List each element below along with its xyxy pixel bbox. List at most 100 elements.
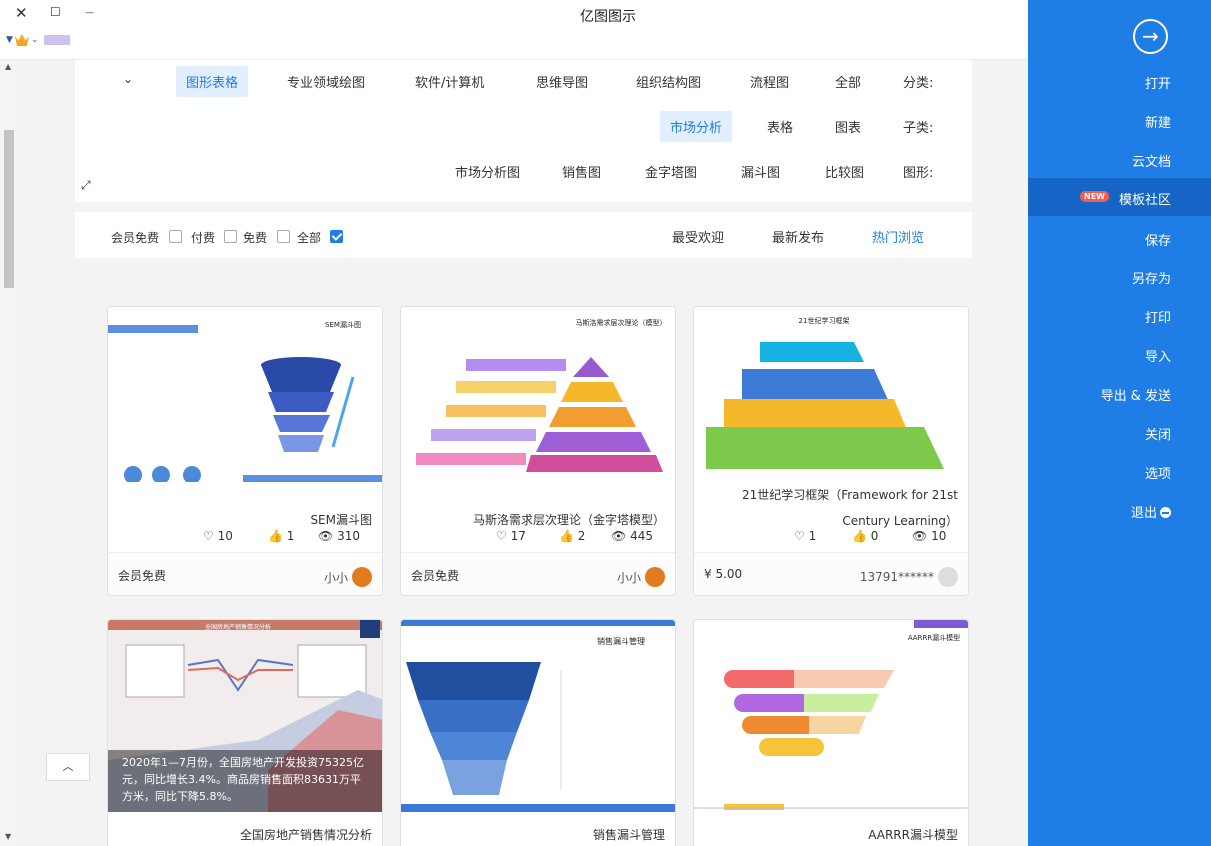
- card-footer: 会员免费 小小: [108, 552, 382, 595]
- menu-save[interactable]: 保存: [1145, 230, 1171, 249]
- card-stats: 👁 10 👍 0 ♡ 1: [694, 529, 968, 547]
- avatar: [352, 567, 372, 587]
- menu-exit[interactable]: 退出: [1131, 502, 1171, 521]
- shape-tag-sales[interactable]: 销售图: [562, 162, 601, 181]
- back-to-top-button[interactable]: ︿: [46, 753, 90, 781]
- template-card[interactable]: 21世纪学习框架 21世纪学习框架（Framework for 21st Cen…: [693, 306, 969, 596]
- thumb-title: 销售漏斗管理: [597, 636, 645, 646]
- template-card[interactable]: AARRR漏斗模型 AARRR漏斗模型: [693, 619, 969, 846]
- close-button[interactable]: ✕: [15, 4, 28, 22]
- card-title[interactable]: 全国房地产销售情况分析: [118, 822, 372, 846]
- chevron-down-icon[interactable]: ⌄: [123, 72, 133, 86]
- category-tag-flowchart[interactable]: 流程图: [750, 72, 789, 91]
- card-stats: 👁 310 👍 1 ♡ 10: [108, 529, 382, 547]
- category-row: ⌄ 图形表格 专业领域绘图 软件/计算机 思维导图 组织结构图 流程图 全部 分…: [75, 66, 972, 98]
- filter-panel: ⌄ 图形表格 专业领域绘图 软件/计算机 思维导图 组织结构图 流程图 全部 分…: [75, 60, 972, 202]
- template-card[interactable]: 销售漏斗管理 销售漏斗管理: [400, 619, 676, 846]
- card-footer: 会员免费 小小: [401, 552, 675, 595]
- shape-tag-funnel[interactable]: 漏斗图: [741, 162, 780, 181]
- thumb-sem-funnel: SEM漏斗图: [108, 320, 382, 482]
- shape-tag-pyramid[interactable]: 金字塔图: [645, 162, 697, 181]
- shape-tag-compare[interactable]: 比较图: [825, 162, 864, 181]
- template-thumbnail[interactable]: SEM漏斗图: [108, 307, 382, 482]
- template-card[interactable]: 马斯洛需求层次理论（模型） 马斯洛需求层次理论（金字塔模型） 👁 445 👍 2…: [400, 306, 676, 596]
- category-tag-graphic-table[interactable]: 图形表格: [176, 66, 249, 97]
- author[interactable]: 小小: [617, 567, 665, 587]
- template-thumbnail[interactable]: 马斯洛需求层次理论（模型）: [401, 307, 675, 482]
- category-tag-domain[interactable]: 专业领域绘图: [287, 72, 365, 91]
- favorite-count[interactable]: ♡ 10: [203, 529, 233, 543]
- menu-open[interactable]: 打开: [1145, 73, 1171, 92]
- category-tag-mindmap[interactable]: 思维导图: [536, 72, 588, 91]
- scroll-up-icon[interactable]: ▲: [5, 62, 11, 71]
- template-card[interactable]: SEM漏斗图 SEM漏斗图 👁 310 👍 1 ♡ 10 会员免费 小小: [107, 306, 383, 596]
- category-label: 分类:: [903, 76, 934, 91]
- backstage-sidebar: → 打开 新建 云文档 NEW 模板社区 保存 另存为 打印 导入 导出 & 发…: [1028, 0, 1211, 846]
- sort-latest[interactable]: 最新发布: [772, 227, 824, 246]
- app-title: 亿图图示: [580, 9, 636, 25]
- minimize-button[interactable]: —: [85, 8, 94, 18]
- scroll-thumb[interactable]: [4, 130, 14, 288]
- user-menu[interactable]: ▼ ⌄: [6, 34, 71, 46]
- checkbox-paid[interactable]: [224, 230, 237, 243]
- card-title[interactable]: AARRR漏斗模型: [704, 822, 958, 846]
- shape-row: 市场分析图 销售图 金字塔图 漏斗图 比较图 图形:: [75, 158, 972, 188]
- expand-icon[interactable]: ⤢: [81, 178, 91, 193]
- author[interactable]: 13791******: [860, 567, 958, 587]
- sort-popular[interactable]: 最受欢迎: [672, 227, 724, 246]
- template-thumbnail[interactable]: AARRR漏斗模型: [694, 620, 968, 812]
- card-stats: 👁 445 👍 2 ♡ 17: [401, 529, 675, 547]
- subcat-tag-table[interactable]: 表格: [767, 117, 793, 136]
- template-thumbnail[interactable]: 全国房地产销售情况分析 2020年1—7月份，全国房地产开发投资75325亿元，…: [108, 620, 382, 812]
- card-title[interactable]: 销售漏斗管理: [411, 822, 665, 846]
- view-count: 👁 445: [611, 529, 653, 543]
- sort-hot[interactable]: 热门浏览: [872, 227, 924, 246]
- menu-cloud[interactable]: 云文档: [1132, 151, 1171, 170]
- menu-import[interactable]: 导入: [1145, 346, 1171, 365]
- check-label-all: 全部: [297, 231, 322, 245]
- back-arrow-icon[interactable]: →: [1133, 19, 1168, 54]
- favorite-count[interactable]: ♡ 1: [794, 529, 816, 543]
- shape-tag-market[interactable]: 市场分析图: [455, 162, 520, 181]
- avatar: [44, 35, 71, 45]
- price: ¥ 5.00: [704, 567, 743, 581]
- menu-print[interactable]: 打印: [1145, 307, 1171, 326]
- scroll-down-icon[interactable]: ▼: [5, 832, 11, 841]
- thumb-title: 马斯洛需求层次理论（模型）: [576, 318, 667, 327]
- card-title[interactable]: 21世纪学习框架（Framework for 21st Century Lear…: [704, 482, 958, 534]
- thumb-title: 21世纪学习框架: [799, 316, 850, 325]
- price: 会员免费: [411, 569, 460, 583]
- menu-save-as[interactable]: 另存为: [1132, 268, 1171, 287]
- menu-template-community[interactable]: NEW 模板社区: [1028, 178, 1211, 216]
- shape-label: 图形:: [903, 166, 934, 181]
- template-card[interactable]: 全国房地产销售情况分析 2020年1—7月份，全国房地产开发投资75325亿元，…: [107, 619, 383, 846]
- template-thumbnail[interactable]: 销售漏斗管理: [401, 620, 675, 812]
- category-tag-all[interactable]: 全部: [835, 72, 861, 91]
- maximize-button[interactable]: ☐: [50, 5, 61, 19]
- category-tag-org[interactable]: 组织结构图: [636, 72, 701, 91]
- category-tag-software[interactable]: 软件/计算机: [415, 72, 484, 91]
- checkbox-free[interactable]: [277, 230, 290, 243]
- favorite-count[interactable]: ♡ 17: [496, 529, 526, 543]
- checkbox-vip[interactable]: [169, 230, 182, 243]
- menu-options[interactable]: 选项: [1145, 463, 1171, 482]
- thumb-maslow: 马斯洛需求层次理论（模型）: [416, 318, 667, 472]
- vip-crown-icon: [14, 34, 29, 46]
- like-count[interactable]: 👍 2: [559, 529, 585, 543]
- thumb-pyramid-steps: 21世纪学习框架: [706, 316, 944, 469]
- thumb-title: 全国房地产销售情况分析: [205, 623, 271, 631]
- menu-label: 模板社区: [1118, 193, 1171, 208]
- like-count[interactable]: 👍 1: [268, 529, 294, 543]
- template-thumbnail[interactable]: 21世纪学习框架: [694, 307, 968, 482]
- thumb-aarrr: AARRR漏斗模型: [694, 620, 968, 810]
- menu-close[interactable]: 关闭: [1145, 424, 1171, 443]
- menu-new[interactable]: 新建: [1145, 112, 1171, 131]
- author[interactable]: 小小: [324, 567, 372, 587]
- subcat-tag-chart[interactable]: 图表: [835, 117, 861, 136]
- checkbox-all[interactable]: [330, 230, 343, 243]
- menu-export[interactable]: 导出 & 发送: [1101, 385, 1171, 404]
- subcat-tag-market[interactable]: 市场分析: [660, 111, 733, 142]
- like-count[interactable]: 👍 0: [852, 529, 878, 543]
- thumb-sales-funnel: 销售漏斗管理: [401, 620, 675, 812]
- scrollbar[interactable]: ▲ ▼: [0, 60, 18, 846]
